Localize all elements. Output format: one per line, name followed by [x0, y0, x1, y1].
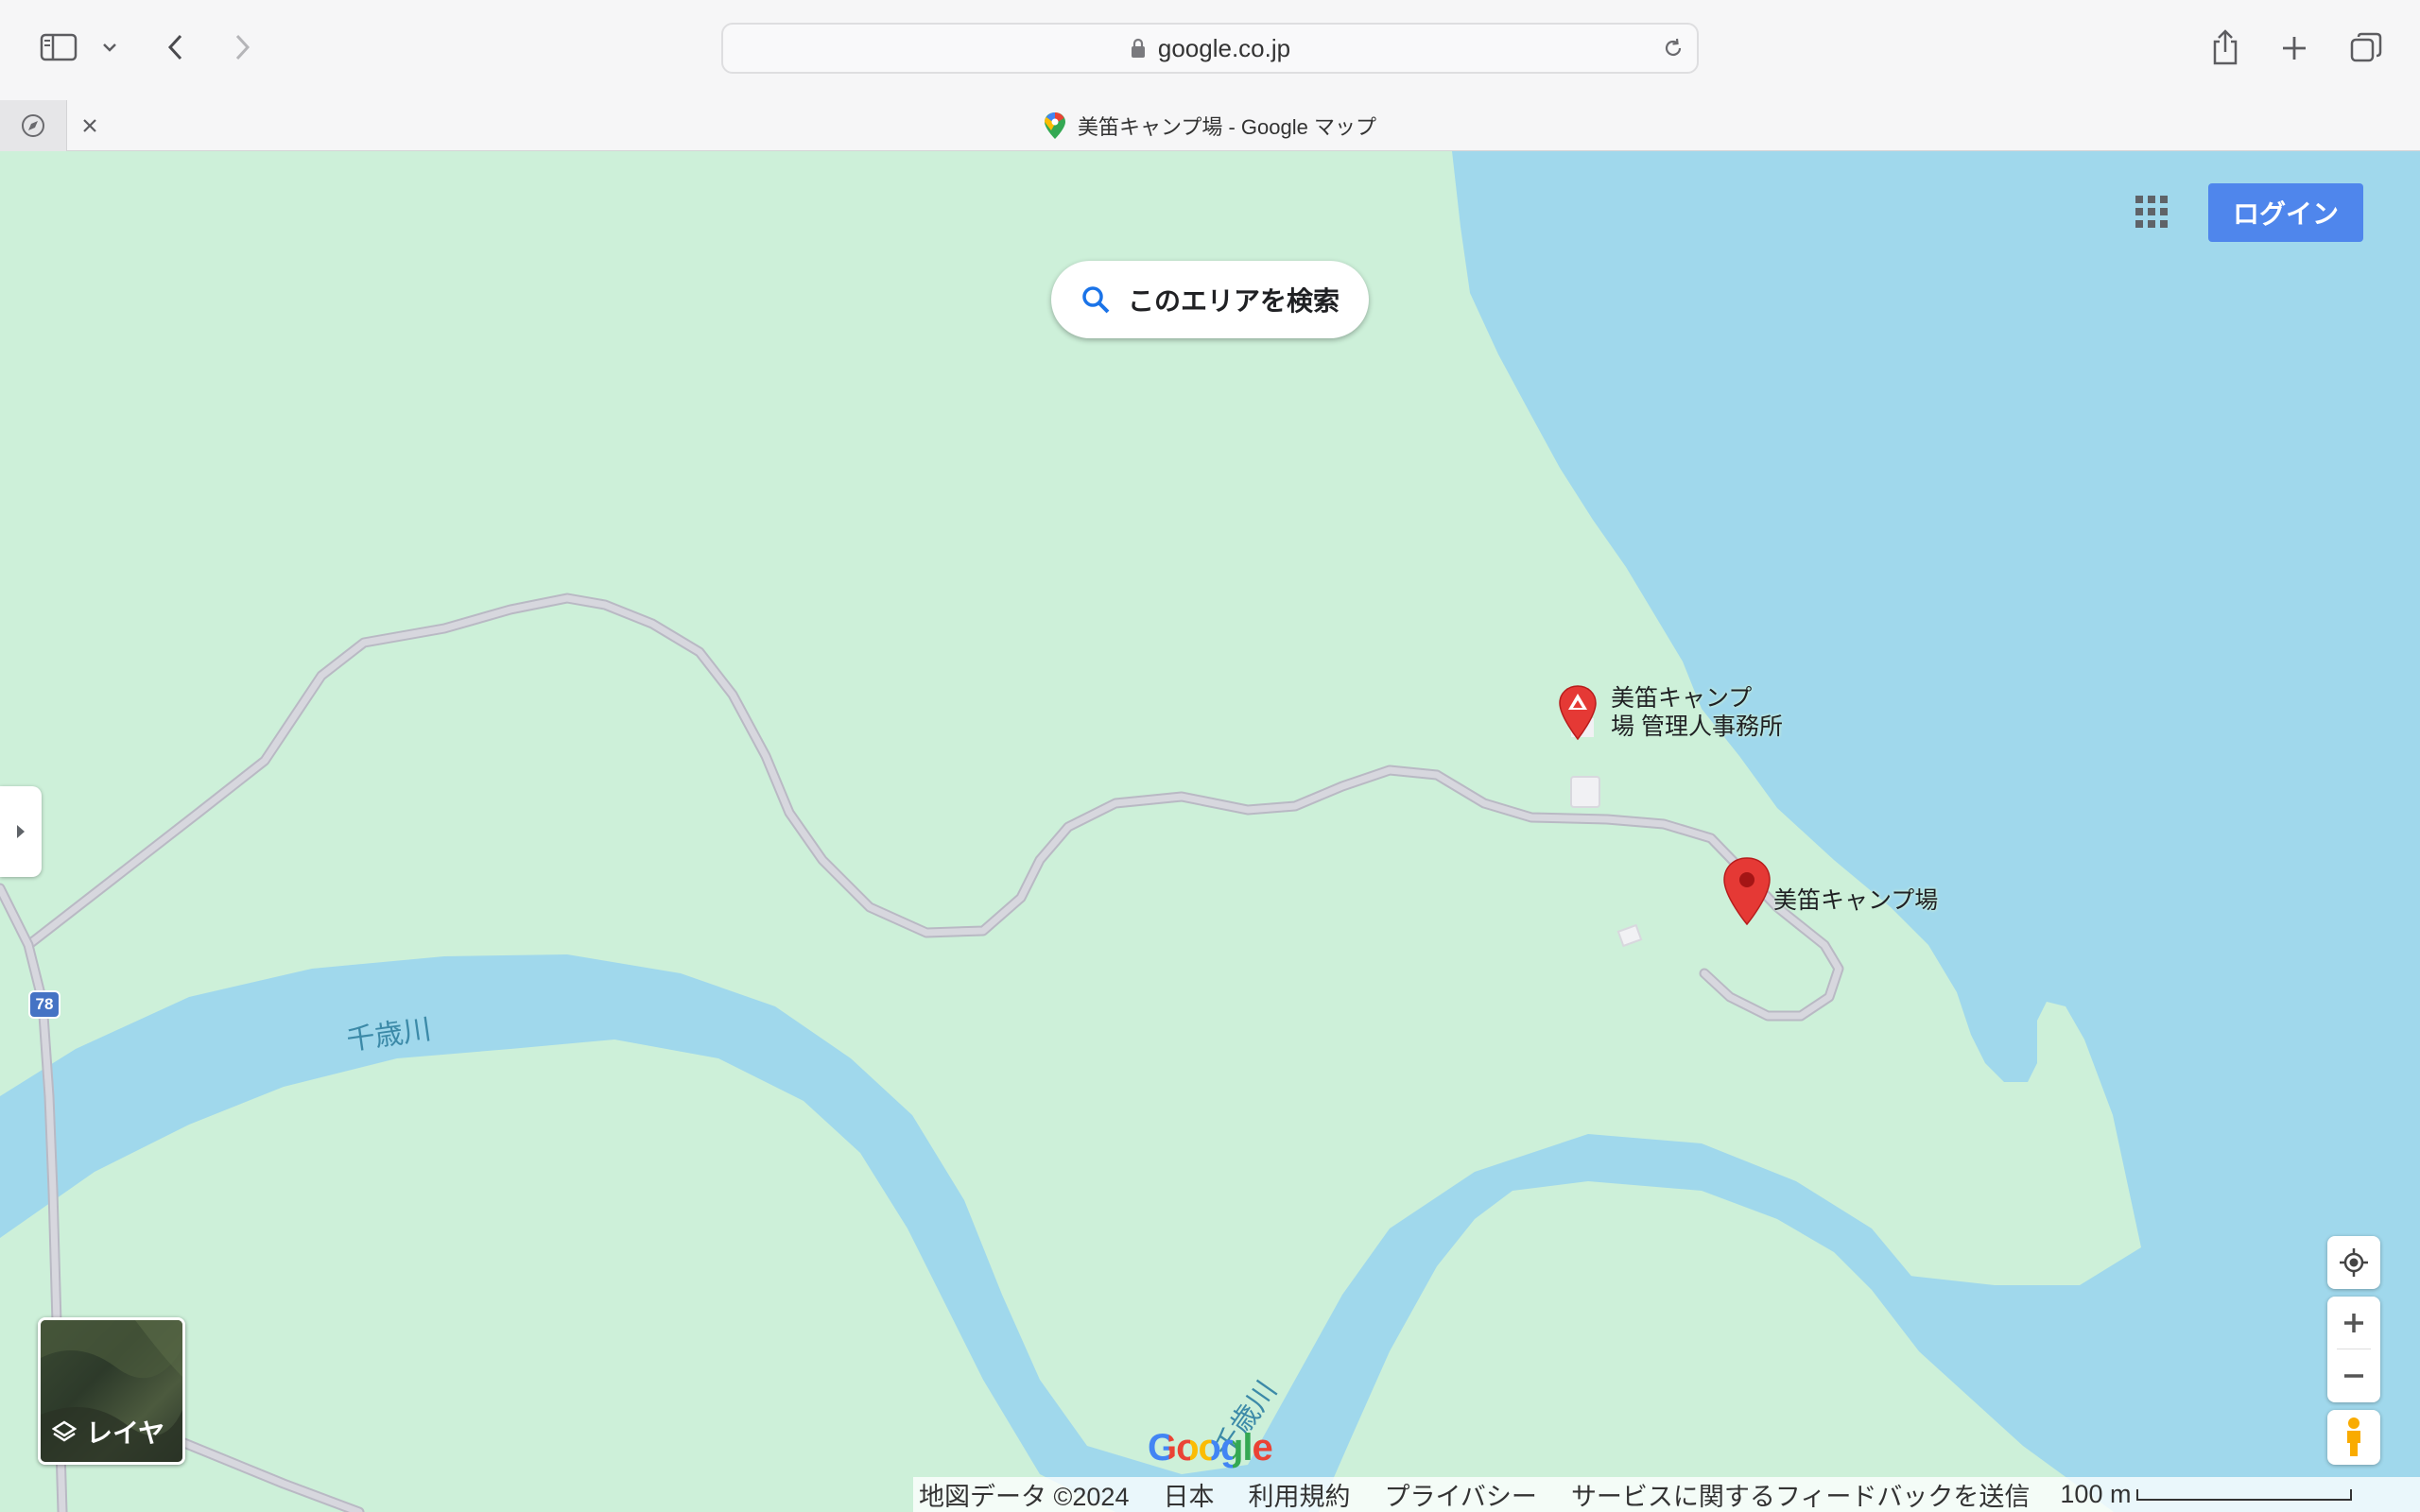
- map-footer: 地図データ ©2024 日本 利用規約 プライバシー サービスに関するフィードバ…: [913, 1477, 2420, 1512]
- search-icon: [1082, 286, 1110, 314]
- minus-icon: [2344, 1374, 2363, 1378]
- tab-group-chevron-button[interactable]: [98, 34, 121, 60]
- address-bar[interactable]: google.co.jp: [721, 23, 1699, 74]
- place-label-office[interactable]: 美笛キャンプ 場 管理人事務所: [1611, 684, 1783, 741]
- tab-overview-button[interactable]: [2344, 26, 2388, 70]
- layers-icon: [52, 1420, 77, 1442]
- country-link[interactable]: 日本: [1163, 1476, 1214, 1512]
- privacy-link[interactable]: プライバシー: [1384, 1476, 1536, 1512]
- chevron-right-icon: [235, 34, 251, 60]
- map-base-layer: [0, 151, 2420, 1512]
- layers-label: レイヤ: [86, 1418, 165, 1448]
- place-marker-office[interactable]: [1558, 684, 1598, 741]
- map-canvas[interactable]: 78 千歳川 千歳川 このエリアを検索 ログイン 美笛キャンプ 場 管理人事務所…: [0, 151, 2420, 1512]
- share-button[interactable]: [2203, 25, 2248, 70]
- map-data-text: 地図データ ©2024: [919, 1483, 1130, 1511]
- forward-button[interactable]: [223, 28, 261, 66]
- plus-icon: [2283, 37, 2306, 60]
- map-pin-icon: [1723, 857, 1771, 926]
- current-tab[interactable]: 美笛キャンプ場 - Google マップ: [0, 100, 2420, 151]
- login-button[interactable]: ログイン: [2208, 183, 2363, 242]
- tab-title-text: 美笛キャンプ場 - Google マップ: [1078, 115, 1376, 139]
- search-this-area-label: このエリアを検索: [1127, 286, 1340, 316]
- campsite-pin-icon: [1559, 685, 1597, 741]
- search-this-area-button[interactable]: このエリアを検索: [1051, 261, 1369, 338]
- chevron-down-icon: [103, 43, 116, 52]
- share-icon: [2213, 29, 2238, 65]
- layers-label-row: レイヤ: [52, 1413, 164, 1451]
- terms-link[interactable]: 利用規約: [1248, 1476, 1350, 1512]
- apps-grid-icon: [2135, 196, 2168, 228]
- new-tab-button[interactable]: [2273, 26, 2316, 70]
- lock-icon: [1131, 38, 1145, 58]
- side-panel-toggle[interactable]: [0, 786, 42, 877]
- zoom-controls: [2327, 1297, 2380, 1402]
- scale-bar: [2136, 1488, 2353, 1501]
- google-logo-text: Google: [1148, 1427, 1273, 1469]
- caret-right-icon: [17, 825, 25, 838]
- scale-label[interactable]: 100 m: [2060, 1480, 2131, 1509]
- my-location-icon: [2340, 1248, 2368, 1277]
- my-location-button[interactable]: [2327, 1236, 2380, 1289]
- route-shield: 78: [28, 990, 60, 1019]
- google-logo: Google: [1148, 1427, 1273, 1469]
- browser-toolbar: google.co.jp 美笛キャンプ場 - Google マップ: [0, 0, 2420, 151]
- pegman-icon: [2347, 1418, 2360, 1456]
- layers-button[interactable]: レイヤ: [38, 1317, 185, 1465]
- back-button[interactable]: [157, 28, 195, 66]
- google-maps-favicon-icon: [1045, 112, 1066, 139]
- zoom-out-button[interactable]: [2327, 1349, 2380, 1402]
- zoom-in-button[interactable]: [2327, 1297, 2380, 1349]
- place-label-office-line1: 美笛キャンプ: [1611, 685, 1753, 712]
- sidebar-toggle-button[interactable]: [34, 28, 83, 66]
- reload-icon[interactable]: [1661, 36, 1685, 60]
- tabs-icon: [2350, 32, 2382, 62]
- place-marker-campsite[interactable]: [1722, 856, 1772, 926]
- url-text: google.co.jp: [1157, 33, 1291, 62]
- google-apps-button[interactable]: [2131, 191, 2172, 232]
- place-label-campsite[interactable]: 美笛キャンプ場: [1773, 886, 1938, 915]
- tab-bar: 美笛キャンプ場 - Google マップ: [0, 100, 2420, 151]
- sidebar-icon: [40, 33, 78, 61]
- street-view-pegman-button[interactable]: [2327, 1410, 2380, 1465]
- building: [1570, 776, 1600, 808]
- chevron-left-icon: [167, 34, 182, 60]
- plus-icon: [2344, 1314, 2363, 1332]
- place-label-office-line2: 場 管理人事務所: [1611, 713, 1783, 740]
- feedback-link[interactable]: サービスに関するフィードバックを送信: [1571, 1476, 2030, 1512]
